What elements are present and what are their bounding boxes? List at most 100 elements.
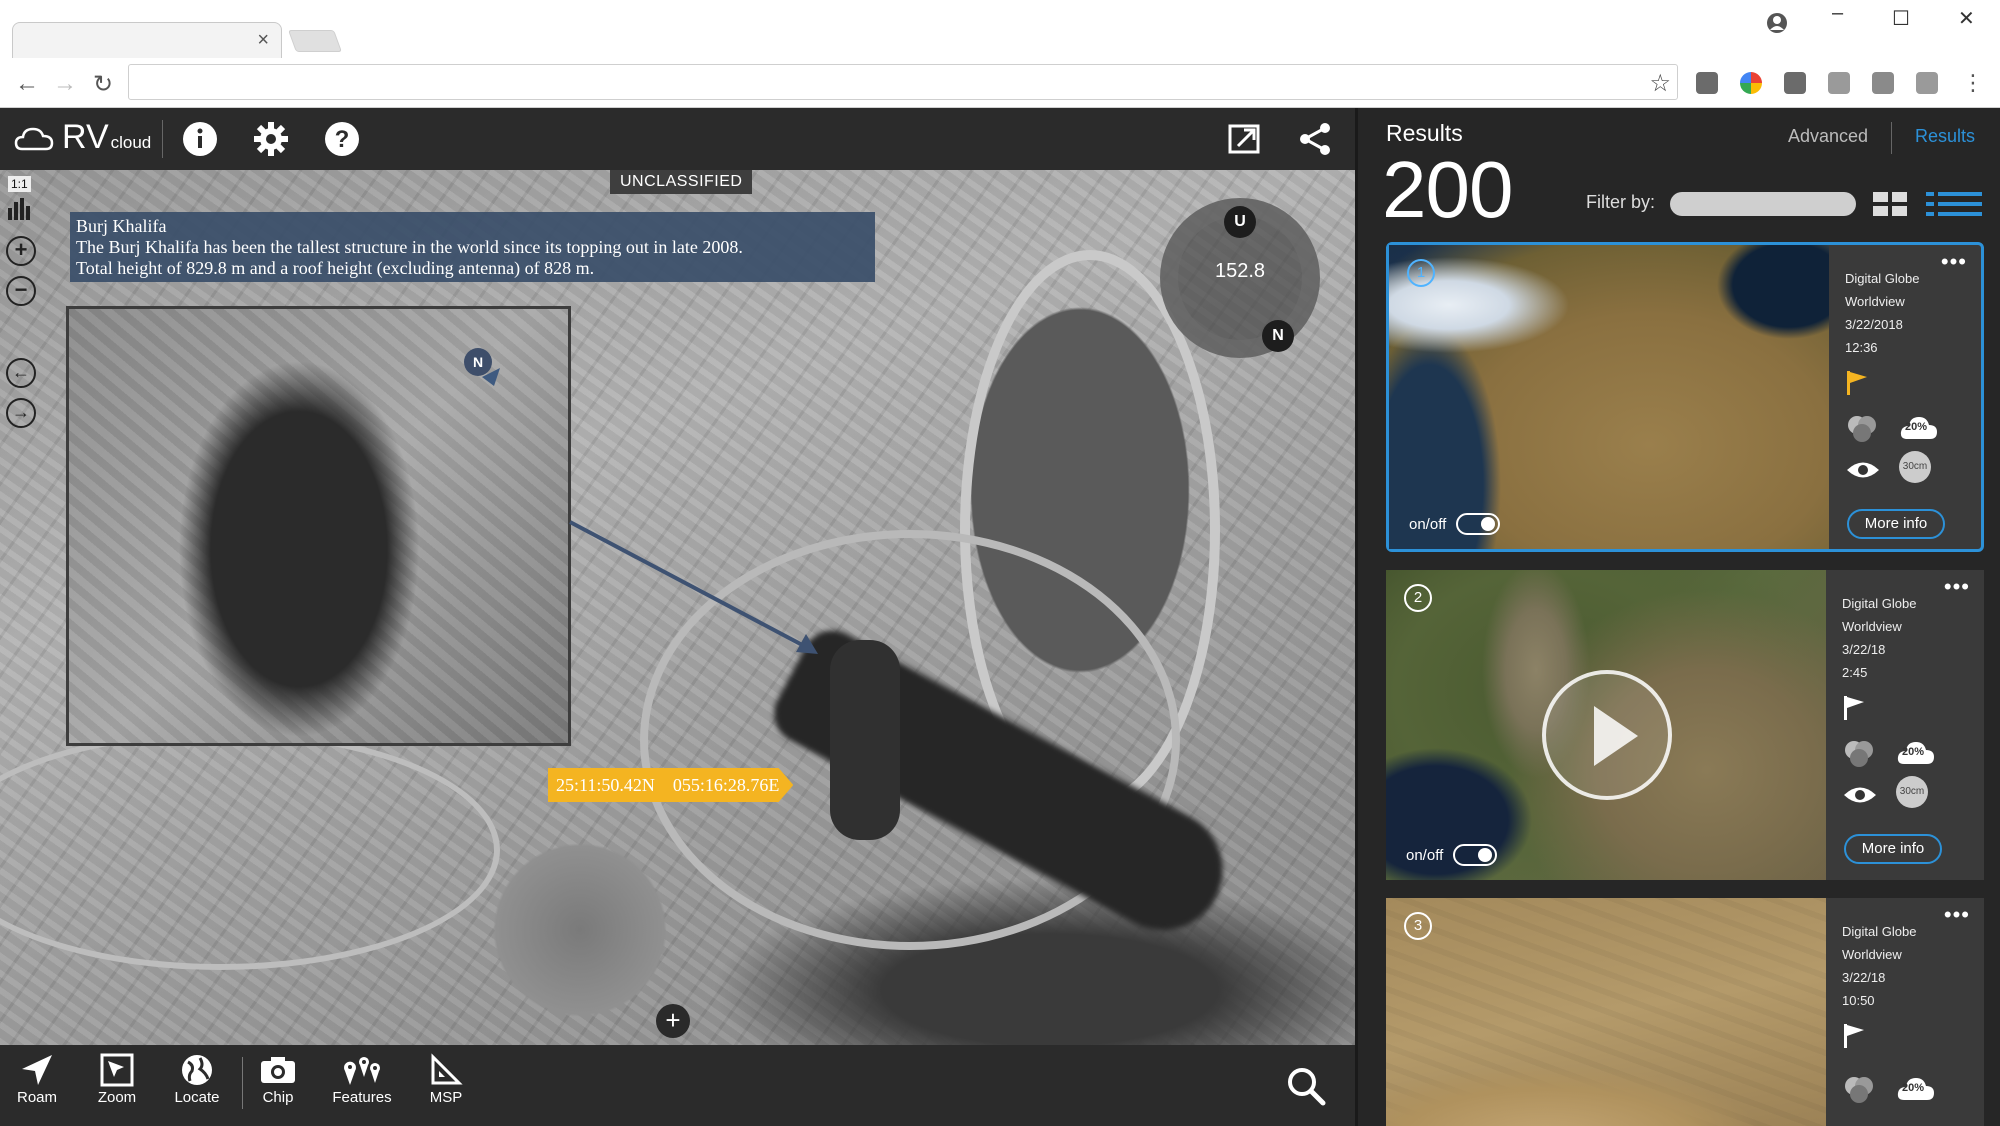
- histogram-icon[interactable]: [6, 196, 36, 220]
- result-time: 12:36: [1845, 340, 1878, 355]
- filter-input[interactable]: [1670, 192, 1856, 216]
- camera-icon: [261, 1057, 295, 1083]
- header-divider: [162, 120, 163, 158]
- locate-tool[interactable]: Locate: [162, 1051, 232, 1106]
- share-icon[interactable]: [1296, 120, 1334, 158]
- measure-icon: [431, 1053, 463, 1085]
- minimize-icon[interactable]: –: [1832, 2, 1843, 25]
- toggle-label: on/off: [1406, 846, 1444, 864]
- back-icon[interactable]: ←: [12, 70, 42, 98]
- bands-icon: [1845, 1077, 1873, 1103]
- maximize-icon[interactable]: ☐: [1892, 6, 1910, 31]
- features-label: Features: [332, 1089, 392, 1106]
- layer-toggle[interactable]: on/off: [1406, 844, 1498, 866]
- list-view-icon[interactable]: [1926, 190, 1982, 218]
- logo-text: RV: [62, 118, 109, 156]
- zoom-box-icon: [100, 1053, 134, 1087]
- result-time: 2:45: [1842, 665, 1868, 680]
- browser-tab[interactable]: ×: [12, 22, 282, 58]
- zoom-out-icon[interactable]: −: [6, 276, 36, 306]
- toggle-switch[interactable]: [1453, 844, 1498, 866]
- forward-icon[interactable]: →: [50, 70, 80, 98]
- results-panel: Results 200 Advanced Results Filter by: …: [1355, 108, 2000, 1126]
- export-icon[interactable]: [1226, 120, 1264, 158]
- browser-tab-strip: × – ☐ ✕: [0, 0, 2000, 58]
- new-tab-button[interactable]: [287, 30, 343, 52]
- result-number: 3: [1404, 912, 1432, 940]
- zoom-tool[interactable]: Zoom: [82, 1051, 152, 1106]
- result-date: 3/22/18: [1842, 642, 1886, 657]
- add-marker-button[interactable]: +: [656, 1004, 690, 1038]
- result-time: 10:50: [1842, 993, 1875, 1008]
- pan-right-icon[interactable]: →: [6, 398, 36, 428]
- close-tab-icon[interactable]: ×: [257, 29, 269, 52]
- extension-icon[interactable]: [1784, 72, 1806, 94]
- msp-tool[interactable]: MSP: [411, 1051, 481, 1106]
- cloud-cover: 20%: [1896, 738, 1936, 771]
- chip-tool[interactable]: Chip: [243, 1051, 313, 1106]
- chip-label: Chip: [262, 1089, 294, 1106]
- app-header: RV cloud ?: [0, 108, 1355, 170]
- longitude: 055:16:28.76E: [672, 775, 780, 795]
- extension-icon[interactable]: [1916, 72, 1938, 94]
- globe-icon: [182, 1055, 212, 1085]
- result-thumbnail[interactable]: [1389, 245, 1829, 549]
- cloud-cover: 20%: [1899, 413, 1939, 446]
- extension-icon[interactable]: [1872, 72, 1894, 94]
- result-metadata: Digital Globe Worldview 3/22/2018 12:36: [1845, 267, 1975, 359]
- address-bar[interactable]: ☆: [128, 64, 1678, 100]
- annotation-text: The Burj Khalifa has been the tallest st…: [76, 237, 743, 257]
- resolution-badge: 30cm: [1899, 451, 1931, 483]
- close-window-icon[interactable]: ✕: [1958, 6, 1975, 31]
- extension-icon[interactable]: [1828, 72, 1850, 94]
- result-date: 3/22/18: [1842, 970, 1886, 985]
- roam-tool[interactable]: Roam: [2, 1051, 72, 1106]
- toggle-switch[interactable]: [1456, 513, 1501, 535]
- tab-advanced[interactable]: Advanced: [1788, 126, 1868, 147]
- info-icon[interactable]: [181, 120, 219, 158]
- annotation-callout: Burj Khalifa The Burj Khalifa has been t…: [70, 212, 875, 282]
- map-road: [0, 730, 500, 970]
- map-pins-icon: [344, 1057, 380, 1085]
- chrome-extension-icon[interactable]: [1740, 72, 1762, 94]
- result-number: 1: [1407, 259, 1435, 287]
- compass-up-button[interactable]: U: [1224, 206, 1256, 238]
- reload-icon[interactable]: ↻: [88, 70, 118, 99]
- bands-icon: [1845, 741, 1873, 767]
- locate-label: Locate: [174, 1089, 220, 1106]
- tab-results[interactable]: Results: [1915, 126, 1975, 147]
- zoom-in-icon[interactable]: +: [6, 236, 36, 266]
- results-title: Results: [1386, 120, 1463, 146]
- result-provider: Digital Globe: [1842, 924, 1917, 939]
- result-card[interactable]: 1 on/off ••• Digital Globe Worldview 3/2…: [1386, 242, 1984, 552]
- bands-icon: [1848, 416, 1876, 442]
- help-icon[interactable]: ?: [323, 120, 361, 158]
- flag-icon[interactable]: [1842, 1022, 1866, 1048]
- result-thumbnail[interactable]: [1386, 898, 1826, 1126]
- burj-khalifa-tower[interactable]: [830, 640, 900, 840]
- eye-icon[interactable]: [1842, 784, 1878, 806]
- bookmark-star-icon[interactable]: ☆: [1649, 69, 1671, 98]
- flag-icon[interactable]: [1845, 369, 1869, 395]
- more-info-button[interactable]: More info: [1847, 509, 1945, 539]
- annotation-text: Total height of 829.8 m and a roof heigh…: [76, 258, 595, 278]
- satellite-map[interactable]: UNCLASSIFIED 1:1 + − ← → Burj Khalifa Th…: [0, 170, 1355, 1045]
- layer-toggle[interactable]: on/off: [1409, 513, 1501, 535]
- play-button[interactable]: [1542, 670, 1672, 800]
- search-icon[interactable]: [1285, 1065, 1327, 1107]
- flag-icon[interactable]: [1842, 694, 1866, 720]
- profile-icon[interactable]: [1766, 12, 1788, 34]
- result-card[interactable]: 3 ••• Digital Globe Worldview 3/22/18 10…: [1386, 898, 1984, 1126]
- gear-icon[interactable]: [252, 120, 290, 158]
- compass-north-button[interactable]: N: [1262, 320, 1294, 352]
- grid-view-icon[interactable]: [1873, 192, 1907, 216]
- browser-menu-icon[interactable]: ⋮: [1958, 70, 1988, 96]
- more-info-button[interactable]: More info: [1844, 834, 1942, 864]
- features-tool[interactable]: Features: [327, 1051, 397, 1106]
- result-sensor: Worldview: [1842, 619, 1902, 634]
- result-number: 2: [1404, 584, 1432, 612]
- result-card[interactable]: 2 on/off ••• Digital Globe Worldview 3/2…: [1386, 570, 1984, 880]
- extension-icon[interactable]: [1696, 72, 1718, 94]
- eye-icon[interactable]: [1845, 459, 1881, 481]
- pan-left-icon[interactable]: ←: [6, 358, 36, 388]
